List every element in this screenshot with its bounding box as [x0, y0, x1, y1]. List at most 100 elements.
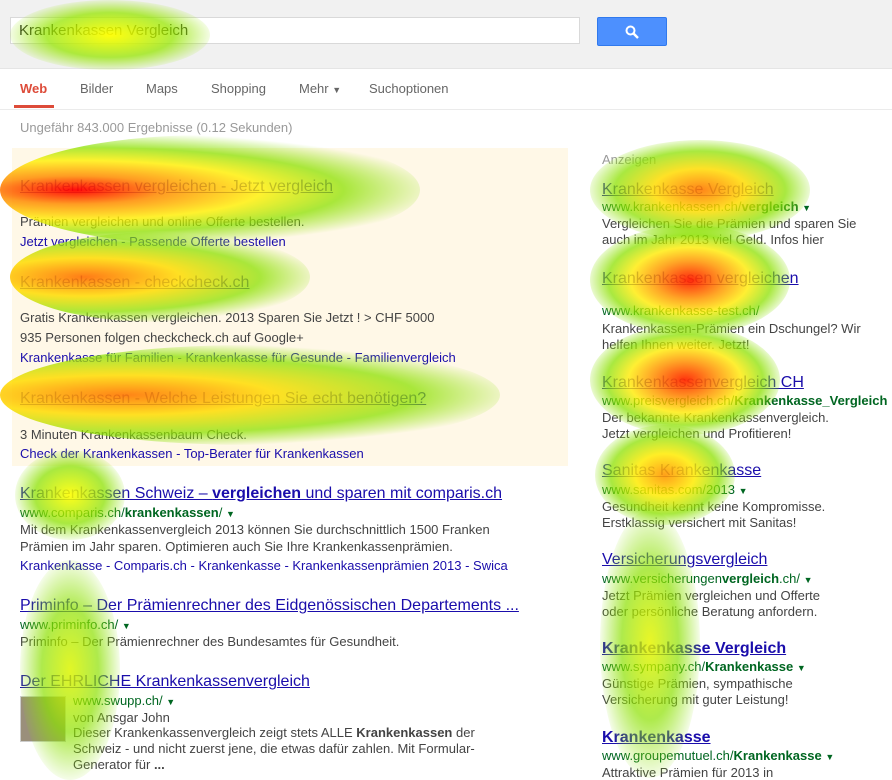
ad-3-link-a[interactable]: Check der Krankenkassen -	[20, 446, 180, 461]
right-ad-2-snippet-2: helfen Ihnen weiter. Jetzt!	[602, 337, 750, 352]
right-ad-7-url: www.groupemutuel.ch/Krankenkasse ▼	[602, 748, 834, 763]
chevron-down-icon[interactable]: ▼	[739, 486, 748, 496]
right-ad-1-url: www.krankenkassen.ch/vergleich ▼	[602, 199, 811, 214]
right-ad-4-snippet-2: Erstklassig versichert mit Sanitas!	[602, 515, 797, 530]
result-3-title[interactable]: Der EHRLICHE Krankenkassenvergleich	[20, 673, 310, 691]
ad-3-title[interactable]: Krankenkassen - Welche Leistungen Sie ec…	[20, 390, 426, 408]
result-1-title-b: vergleichen	[212, 485, 302, 502]
right-ad-3-snippet-1: Der bekannte Krankenkassenvergleich.	[602, 410, 829, 425]
right-ad-5-url-c: .ch/	[779, 571, 801, 586]
right-ad-1-url-a: www.krankenkassen.ch/	[602, 199, 742, 214]
ad-3-links: Check der Krankenkassen - Top-Berater fü…	[20, 446, 364, 461]
result-stats: Ungefähr 843.000 Ergebnisse (0.12 Sekund…	[20, 120, 293, 135]
tab-more[interactable]: Mehr ▼	[299, 81, 341, 96]
result-3-snippet-1a: Dieser Krankenkassenvergleich zeigt stet…	[73, 725, 357, 740]
chevron-down-icon[interactable]: ▼	[122, 621, 131, 631]
result-1-snippet-2: Prämien im Jahr sparen. Optimieren auch …	[20, 539, 453, 554]
right-ad-3-url-a: www.preisvergleich.ch/	[602, 393, 735, 408]
author-avatar[interactable]	[20, 696, 66, 742]
result-3-snippet-1: Dieser Krankenkassenvergleich zeigt stet…	[73, 725, 475, 740]
search-options[interactable]: Suchoptionen	[369, 81, 449, 96]
tab-images[interactable]: Bilder	[80, 81, 113, 96]
right-ad-2-title[interactable]: Krankenkassen vergleichen	[602, 270, 799, 288]
result-1-title-c: und sparen mit comparis.ch	[301, 485, 503, 502]
right-ad-6-url: www.sympany.ch/Krankenkasse ▼	[602, 659, 806, 674]
right-ad-1-snippet-2: auch im Jahr 2013 viel Geld. Infos hier	[602, 232, 824, 247]
result-1-title[interactable]: Krankenkassen Schweiz – vergleichen und …	[20, 485, 502, 503]
result-1-title-a: Krankenkassen Schweiz –	[20, 485, 213, 502]
result-1-url-b: krankenkassen	[124, 505, 219, 520]
result-2-snippet: Priminfo – Der Prämienrechner des Bundes…	[20, 634, 400, 649]
right-ad-3-title[interactable]: Krankenkassenvergleich CH	[602, 374, 804, 392]
chevron-down-icon[interactable]: ▼	[797, 663, 806, 673]
result-3-author: von Ansgar John	[73, 710, 170, 725]
chevron-down-icon[interactable]: ▼	[166, 697, 175, 707]
right-ad-1-snippet-1: Vergleichen Sie die Prämien und sparen S…	[602, 216, 857, 231]
search-input[interactable]: Krankenkassen Vergleich	[10, 17, 580, 44]
right-ad-4-url-text: www.sanitas.com/2013	[602, 482, 735, 497]
right-ad-6-title[interactable]: Krankenkasse Vergleich	[602, 640, 786, 658]
chevron-down-icon: ▼	[332, 85, 342, 95]
right-ad-6-url-b: Krankenkasse	[705, 659, 794, 674]
right-ad-7-url-b: Krankenkasse	[733, 748, 822, 763]
right-ad-3-url: www.preisvergleich.ch/Krankenkasse_Vergl…	[602, 393, 892, 408]
chevron-down-icon[interactable]: ▼	[804, 575, 813, 585]
right-ad-5-snippet-2: oder persönliche Beratung anfordern.	[602, 604, 818, 619]
active-tab-indicator	[14, 105, 54, 108]
right-ad-4-title[interactable]: Sanitas Krankenkasse	[602, 462, 761, 480]
right-ad-5-url: www.versicherungenvergleich.ch/ ▼	[602, 571, 813, 586]
right-ad-2-url: www.krankenkasse-test.ch/	[602, 303, 760, 318]
ad-2-title[interactable]: Krankenkassen - checkcheck.ch	[20, 274, 249, 292]
result-3-snippet-2: Schweiz - und nicht zuerst jene, die etw…	[73, 741, 475, 756]
result-3-snippet-3a: Generator für	[73, 757, 154, 772]
ad-2-link-a[interactable]: Krankenkasse für Familien - Krankenkasse…	[20, 350, 351, 365]
ad-1-links[interactable]: Jetzt vergleichen - Passende Offerte bes…	[20, 234, 286, 249]
ad-2-social: 935 Personen folgen checkcheck.ch auf Go…	[20, 330, 304, 345]
tab-more-label: Mehr	[299, 81, 329, 96]
result-1-url-c: /	[218, 505, 223, 520]
right-ad-4-snippet-1: Gesundheit kennt keine Kompromisse.	[602, 499, 826, 514]
right-ad-7-title[interactable]: Krankenkasse	[602, 729, 711, 747]
result-3-snippet-3: Generator für ...	[73, 757, 165, 772]
tab-shopping[interactable]: Shopping	[211, 81, 266, 96]
right-ads-header: Anzeigen	[602, 152, 657, 167]
ad-2-links: Krankenkasse für Familien - Krankenkasse…	[20, 350, 456, 365]
result-1-sitelinks[interactable]: Krankenkasse - Comparis.ch - Krankenkass…	[20, 558, 508, 573]
right-ad-5-snippet-1: Jetzt Prämien vergleichen und Offerte	[602, 588, 820, 603]
right-ad-5-url-b: vergleich	[721, 571, 780, 586]
right-ad-3-url-b: Krankenkasse_Vergleich	[734, 393, 888, 408]
right-ad-6-url-a: www.sympany.ch/	[602, 659, 706, 674]
result-2-title[interactable]: Priminfo – Der Prämienrechner des Eidgen…	[20, 597, 519, 615]
result-3-url-text: www.swupp.ch/	[73, 693, 163, 708]
ad-2-snippet: Gratis Krankenkassen vergleichen. 2013 S…	[20, 310, 435, 325]
result-3-snippet-1b: Krankenkassen	[356, 725, 453, 740]
tab-web[interactable]: Web	[20, 81, 47, 96]
right-ad-1-title[interactable]: Krankenkasse Vergleich	[602, 181, 774, 199]
right-ad-4-url: www.sanitas.com/2013 ▼	[602, 482, 748, 497]
right-ad-5-url-a: www.versicherungen	[602, 571, 722, 586]
chevron-down-icon[interactable]: ▼	[226, 509, 235, 519]
chevron-down-icon[interactable]: ▼	[825, 752, 834, 762]
ad-2-link-b[interactable]: Familienvergleich	[355, 350, 456, 365]
ad-3-link-b[interactable]: Top-Berater für Krankenkassen	[184, 446, 364, 461]
right-ad-3-snippet-2: Jetzt vergleichen und Profitieren!	[602, 426, 792, 441]
result-2-url-text: www.priminfo.ch/	[20, 617, 119, 632]
right-ad-1-url-b: vergleich	[741, 199, 799, 214]
result-2-url: www.priminfo.ch/ ▼	[20, 617, 131, 632]
result-3-snippet-1c: der	[452, 725, 475, 740]
ad-1-snippet: Prämien vergleichen und online Offerte b…	[20, 214, 305, 229]
right-ad-7-url-a: www.groupemutuel.ch/	[602, 748, 734, 763]
search-icon	[625, 25, 639, 39]
right-ad-6-snippet-1: Günstige Prämien, sympathische	[602, 676, 793, 691]
search-button[interactable]	[597, 17, 667, 46]
chevron-down-icon[interactable]: ▼	[802, 203, 811, 213]
result-1-snippet-1: Mit dem Krankenkassenvergleich 2013 könn…	[20, 522, 490, 537]
tab-maps[interactable]: Maps	[146, 81, 178, 96]
ad-1-title[interactable]: Krankenkassen vergleichen - Jetzt vergle…	[20, 178, 333, 196]
right-ad-6-snippet-2: Versicherung mit guter Leistung!	[602, 692, 789, 707]
top-bar: Krankenkassen Vergleich	[0, 0, 892, 69]
right-ad-2-snippet-1: Krankenkassen-Prämien ein Dschungel? Wir	[602, 321, 861, 336]
result-1-url-a: www.comparis.ch/	[20, 505, 125, 520]
search-tabs: Web Bilder Maps Shopping Mehr ▼ Suchopti…	[0, 69, 892, 110]
right-ad-5-title[interactable]: Versicherungsvergleich	[602, 551, 767, 569]
